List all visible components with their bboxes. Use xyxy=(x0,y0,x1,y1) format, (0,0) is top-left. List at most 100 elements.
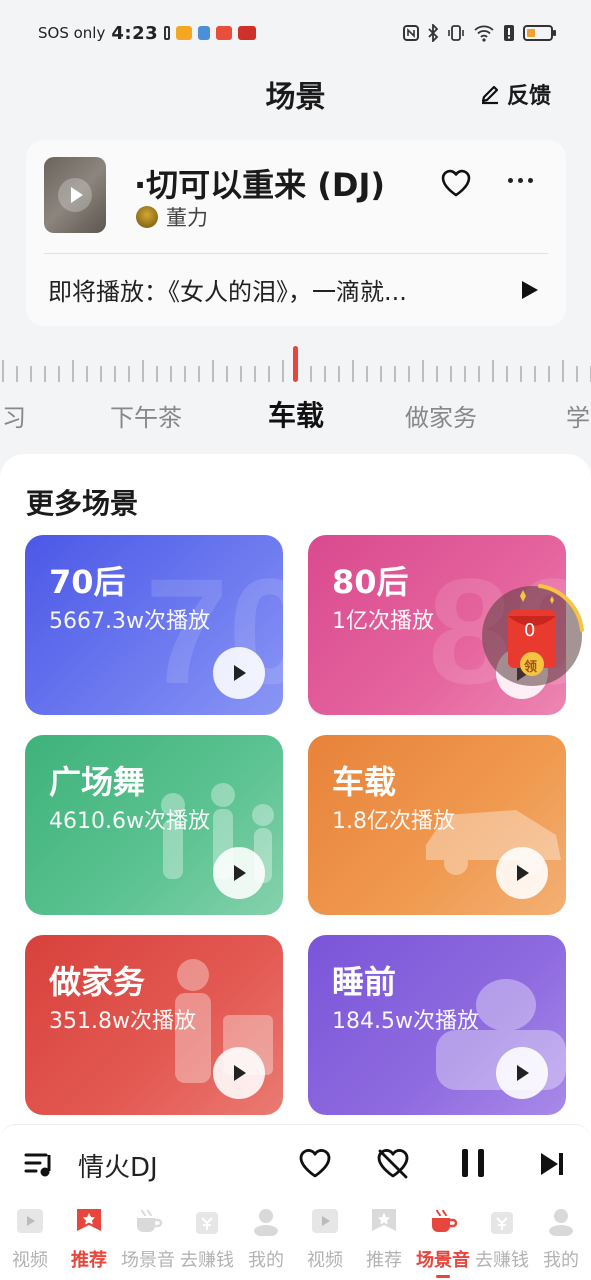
nav-label: 视频 xyxy=(12,1250,48,1271)
play-icon[interactable] xyxy=(213,647,265,699)
nav-label: 我的 xyxy=(543,1250,579,1271)
ruler-tick xyxy=(520,366,522,382)
nav-item-money-bag[interactable]: 去赚钱 xyxy=(473,1202,531,1280)
scene-card-bedtime[interactable]: 睡前 184.5w次播放 xyxy=(308,935,566,1115)
nav-label: 视频 xyxy=(307,1250,343,1271)
play-icon[interactable] xyxy=(213,847,265,899)
status-bar: SOS only 4:23 xyxy=(0,0,591,66)
nav-item-profile[interactable]: 我的 xyxy=(237,1202,295,1280)
nav-item-coffee-cup[interactable]: 场景音 xyxy=(119,1202,177,1280)
ruler-tick xyxy=(240,366,242,382)
artist-avatar xyxy=(136,206,158,228)
header: 场景 反馈 xyxy=(0,66,591,126)
card-plays: 1.8亿次播放 xyxy=(332,809,455,834)
money-bag-icon xyxy=(487,1206,517,1236)
status-left: SOS only 4:23 xyxy=(38,23,257,44)
ruler-tick xyxy=(170,366,172,382)
video-icon xyxy=(15,1206,45,1236)
playlist-icon[interactable] xyxy=(24,1149,56,1181)
active-indicator xyxy=(436,1275,450,1278)
red-packet-widget[interactable]: 0 领 xyxy=(480,580,584,690)
scene-ruler[interactable] xyxy=(0,346,591,386)
nfc-icon xyxy=(403,25,419,41)
card-title: 70后 xyxy=(49,563,126,601)
heart-icon[interactable] xyxy=(440,168,472,198)
artist-row[interactable]: 董力 xyxy=(136,202,208,232)
now-playing-card[interactable]: ·切可以重来 (DJ) 董力 即将播放：《女人的泪》，一滴就... xyxy=(26,140,566,326)
more-options-icon[interactable] xyxy=(508,178,533,183)
heart-icon[interactable] xyxy=(298,1147,332,1179)
scene-tab-active[interactable]: 车载 xyxy=(268,394,324,434)
ruler-tick xyxy=(156,366,158,382)
nav-label: 去赚钱 xyxy=(475,1250,529,1271)
sim-alert-icon xyxy=(504,25,514,41)
app-notification-icon xyxy=(216,26,233,40)
card-title: 做家务 xyxy=(49,963,146,1001)
scene-card-car[interactable]: 车载 1.8亿次播放 xyxy=(308,735,566,915)
app-notification-icon xyxy=(176,26,193,40)
scene-card-square-dance[interactable]: 广场舞 4610.6w次播放 xyxy=(25,735,283,915)
nav-item-profile[interactable]: 我的 xyxy=(532,1202,590,1280)
pause-button[interactable] xyxy=(460,1149,486,1179)
play-icon[interactable] xyxy=(213,1047,265,1099)
ruler-tick xyxy=(114,366,116,382)
ruler-tick xyxy=(338,366,340,382)
ruler-tick xyxy=(408,366,410,382)
section-title: 更多场景 xyxy=(26,487,139,520)
video-icon xyxy=(310,1206,340,1236)
recommend-icon xyxy=(74,1206,104,1236)
scene-tab[interactable]: 下午茶 xyxy=(110,398,182,433)
ruler-tick xyxy=(422,360,424,382)
play-next-icon[interactable] xyxy=(522,281,538,299)
play-icon[interactable] xyxy=(496,847,548,899)
card-title: 睡前 xyxy=(332,963,397,1001)
card-title: 80后 xyxy=(332,563,409,601)
play-icon xyxy=(58,178,92,212)
app-notification-icon xyxy=(198,26,211,40)
feedback-label: 反馈 xyxy=(506,84,551,109)
profile-icon xyxy=(546,1206,576,1237)
nav-item-recommend[interactable]: 推荐 xyxy=(355,1202,413,1280)
vibrate-icon xyxy=(448,25,464,41)
ruler-tick xyxy=(2,360,4,382)
nav-item-coffee-cup[interactable]: 场景音 xyxy=(414,1202,472,1280)
nav-label: 场景音 xyxy=(121,1250,175,1271)
ruler-tick xyxy=(464,366,466,382)
nav-item-recommend[interactable]: 推荐 xyxy=(60,1202,118,1280)
nav-item-video[interactable]: 视频 xyxy=(1,1202,59,1280)
feedback-button[interactable]: 反馈 xyxy=(479,78,551,110)
ruler-indicator xyxy=(293,346,298,382)
song-title: ·切可以重来 (DJ) xyxy=(134,166,386,204)
ruler-tick xyxy=(212,360,214,382)
ruler-tick xyxy=(534,366,536,382)
ruler-tick xyxy=(562,360,564,382)
scene-tab[interactable]: 做家务 xyxy=(405,398,477,433)
nav-label: 去赚钱 xyxy=(180,1250,234,1271)
scene-card-housework[interactable]: 做家务 351.8w次播放 xyxy=(25,935,283,1115)
coffee-cup-icon xyxy=(428,1206,458,1236)
mini-player[interactable]: 情火DJ xyxy=(0,1124,591,1202)
red-packet-label: 领 xyxy=(524,660,538,675)
album-cover[interactable] xyxy=(44,157,106,233)
ruler-tick xyxy=(310,366,312,382)
dislike-heart-icon[interactable] xyxy=(376,1147,410,1181)
red-packet-count: 0 xyxy=(524,620,536,641)
nav-label: 推荐 xyxy=(366,1250,402,1271)
play-icon[interactable] xyxy=(496,1047,548,1099)
scene-tab[interactable]: 学 xyxy=(566,398,590,433)
nav-item-money-bag[interactable]: 去赚钱 xyxy=(178,1202,236,1280)
card-title: 广场舞 xyxy=(49,763,146,801)
battery-saver-icon xyxy=(164,26,171,40)
scene-tab[interactable]: 习 xyxy=(2,398,26,433)
ruler-tick xyxy=(352,360,354,382)
ruler-tick xyxy=(436,366,438,382)
ruler-tick xyxy=(16,366,18,382)
card-plays: 184.5w次播放 xyxy=(332,1009,479,1034)
scene-tabs: 习 下午茶 车载 做家务 学 xyxy=(0,392,591,438)
edit-icon xyxy=(481,85,499,105)
recommend-icon xyxy=(369,1206,399,1236)
nav-item-video[interactable]: 视频 xyxy=(296,1202,354,1280)
next-track-icon[interactable] xyxy=(538,1150,566,1178)
ruler-tick xyxy=(72,360,74,382)
scene-card-70s[interactable]: 70 70后 5667.3w次播放 xyxy=(25,535,283,715)
